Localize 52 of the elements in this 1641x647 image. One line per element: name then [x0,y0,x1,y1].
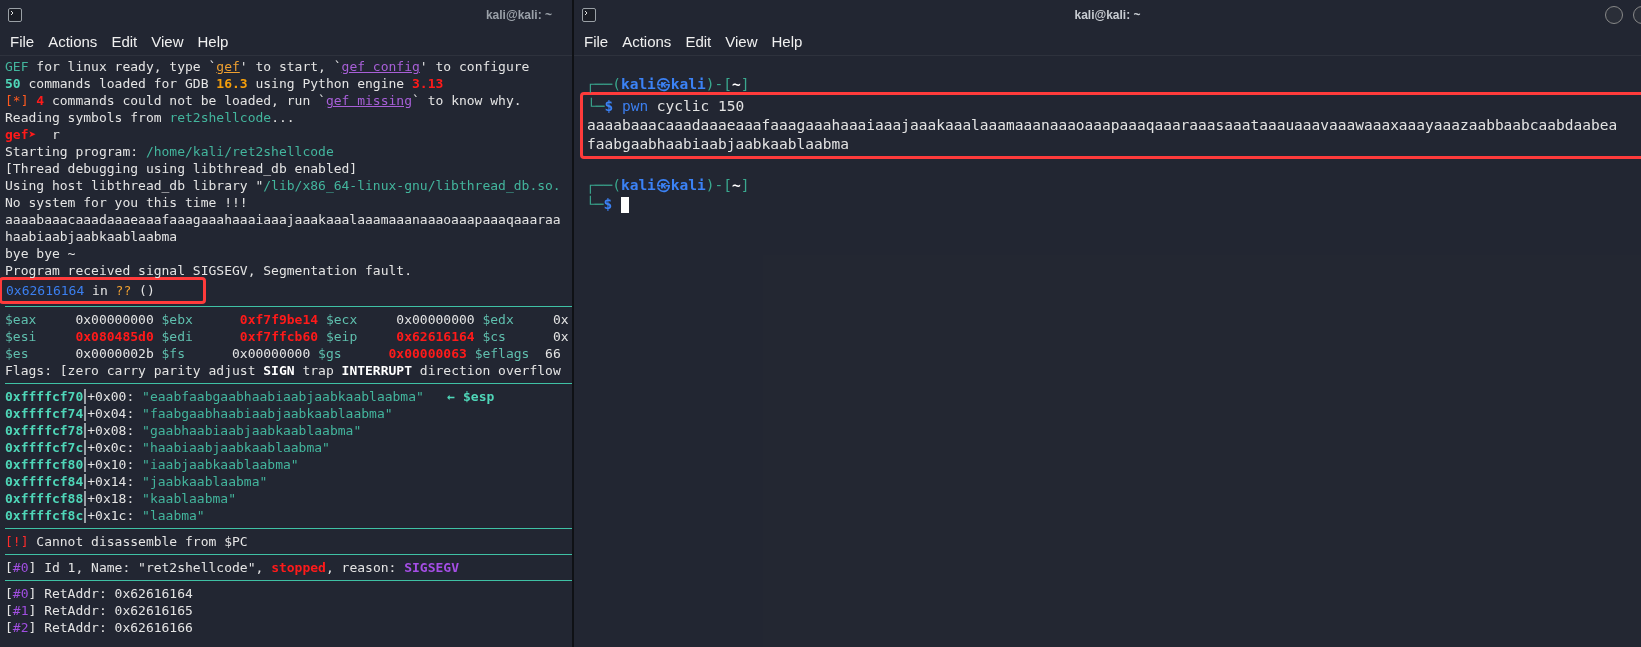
menu-item[interactable]: Help [771,31,803,54]
terminal-line: [#0] RetAddr: 0x62616164 [5,585,194,602]
menu-item[interactable]: Help [197,31,229,54]
terminal-line: 0xffffcf80 +0x10: "iaabjaabkaablaabma" [5,456,300,473]
terminal-line: 0xffffcf70 +0x00: "eaabfaabgaabhaabiaabjaabkaablaabma" ← $esp [5,388,496,405]
menu-item[interactable]: File [584,31,609,54]
terminal-line: [Thread debugging using libthread_db enabled] [5,160,359,177]
terminal-line: 0xffffcf78 +0x08: "gaabhaabiaabjaabkaablaabma" [5,422,363,439]
terminal-line: ┌──(kali㉿kali)-[~] [586,75,751,94]
terminal-line: 0xffffcf84 +0x14: "jaabkaablaabma" [5,473,269,490]
terminal-line: 0xffffcf88 +0x18: "kaablaabma" [5,490,237,507]
menu-item[interactable]: Edit [685,31,712,54]
terminal-line: 0xffffcf7c +0x0c: "haabiaabjaabkaablaabma" [5,439,331,456]
terminal-line: [#0] Id 1, Name: "ret2shellcode", stopped, reason: SIGSEGV [5,559,460,576]
menu-item[interactable]: Actions [48,31,98,54]
terminal-line: 0xffffcf8c +0x1c: "laabma" [5,507,206,524]
terminal-line: Using host libthread_db library "/lib/x86_64-linux-gnu/libthread_db.so. [5,177,562,194]
terminal-line: ┌──(kali㉿kali)-[~] [586,176,751,195]
terminal-line: 50 commands loaded for GDB 16.3 using Python engine 3.13 [5,75,445,92]
terminal-line: aaaabaaacaaadaaaeaaafaaagaaahaaaiaaajaaakaaalaaamaaanaaaoaaapaaaqaaaraaasaaataaauaaavaaawaaaxaaayaaazaabbaabcaabdaabea [587,116,1618,135]
terminal-line: └─$ pwn cyclic 150 [587,97,746,116]
terminal-line: └─$ [586,195,1641,214]
terminal-icon [8,8,22,22]
terminal-line: [#1] RetAddr: 0x62616165 [5,602,194,619]
terminal-line: $esi 0x080485d0 $edi 0xf7ffcb60 $eip 0x62616164 $cs 0x [5,328,570,345]
terminal-line: Flags: [zero carry parity adjust SIGN trap INTERRUPT direction overflow [5,362,562,379]
terminal-line: 0x62616164 in ?? () [6,282,155,299]
terminal-line: GEF for linux ready, type `gef' to start, `gef config' to configure [5,58,531,75]
terminal-line: No system for you this time !!! [5,194,249,211]
terminal-line: [#2] RetAddr: 0x62616166 [5,619,194,636]
terminal-line: faabgaabhaabiaabjaabkaablaabma [587,135,850,154]
terminal-line: [!] Cannot disassemble from $PC [5,533,249,550]
terminal-line: gef➤ r [5,126,61,143]
menu-item[interactable]: Actions [622,31,672,54]
terminal-line: haabiaabjaabkaablaabma [5,228,179,245]
menu-item[interactable]: View [725,31,758,54]
terminal-line: Program received signal SIGSEGV, Segmentation fault. [5,262,413,279]
menu-item[interactable]: File [10,31,35,54]
terminal-line: [*] 4 commands could not be loaded, run `gef missing` to know why. [5,92,523,109]
terminal-line: 0xffffcf74 +0x04: "faabgaabhaabiaabjaabkaablaabma" [5,405,394,422]
terminal-line: bye bye ~ [5,245,77,262]
terminal-line: Reading symbols from ret2shellcode... [5,109,296,126]
terminal-line: Starting program: /home/kali/ret2shellcode [5,143,335,160]
terminal-line: $eax 0x00000000 $ebx 0xf7f9be14 $ecx 0x00000000 $edx 0x [5,311,570,328]
menu-item[interactable]: View [151,31,184,54]
terminal-icon [582,8,596,22]
menu-item[interactable]: Edit [111,31,138,54]
window-control[interactable] [1605,6,1623,24]
terminal-line: aaaabaaacaaadaaaeaaafaaagaaahaaaiaaajaaakaaalaaamaaanaaaoaaapaaaqaaaraa [5,211,562,228]
window-title: kali@kali: ~ [485,7,552,24]
window-title: kali@kali: ~ [1074,7,1141,24]
terminal-line: $es 0x0000002b $fs 0x00000000 $gs 0x00000063 $eflags 66 [5,345,562,362]
